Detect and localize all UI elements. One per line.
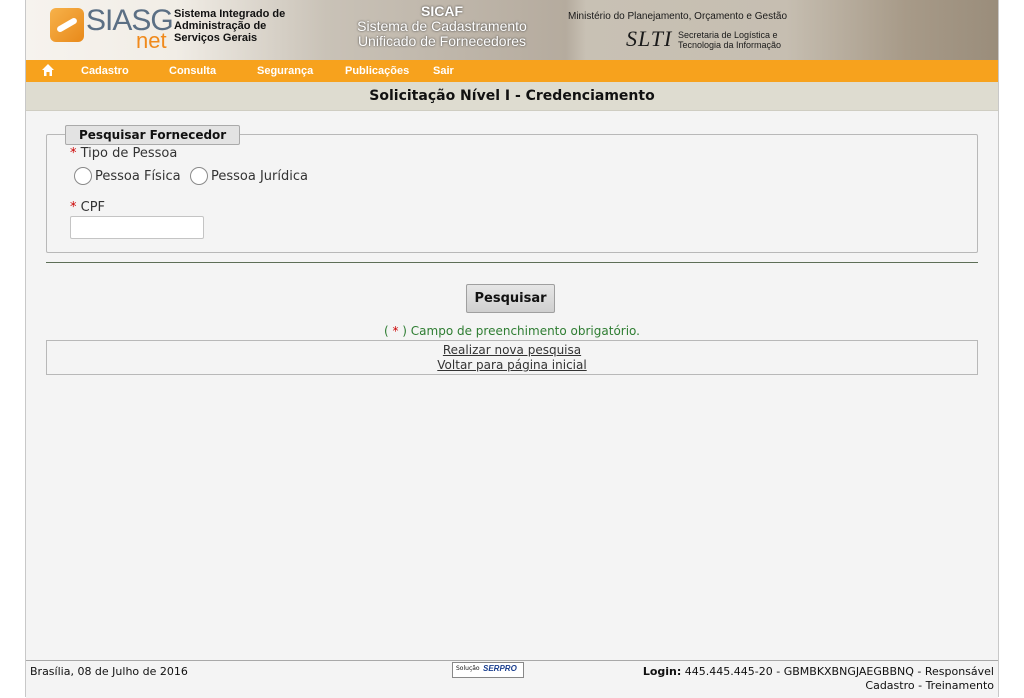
system-line1: Sistema Integrado de xyxy=(174,8,286,20)
cpf-label: * CPF xyxy=(70,200,105,215)
slti-logo: SLTI xyxy=(626,26,673,51)
menu-item-sair[interactable]: Sair xyxy=(433,60,454,82)
fieldset-legend: Pesquisar Fornecedor xyxy=(65,125,241,145)
search-button[interactable]: Pesquisar xyxy=(466,284,555,313)
sicaf-line1: Sistema de Cadastramento xyxy=(357,18,527,34)
required-mark: * xyxy=(70,200,77,215)
siasg-logo[interactable]: SIASG net xyxy=(48,4,174,54)
menu-item-publicacoes[interactable]: Publicações xyxy=(345,60,409,82)
radio-pessoa-fisica-label[interactable]: Pessoa Física xyxy=(95,169,181,184)
sicaf-title-block: SICAF Sistema de Cadastramento Unificado… xyxy=(322,4,562,49)
sicaf-line2: Unificado de Fornecedores xyxy=(357,33,527,49)
footer: Brasília, 08 de Julho de 2016 Solução SE… xyxy=(26,660,998,698)
footer-date: Brasília, 08 de Julho de 2016 xyxy=(30,665,188,678)
login-role: Cadastro - Treinamento xyxy=(865,679,994,692)
ministerio-text: Ministério do Planejamento, Orçamento e … xyxy=(568,11,787,22)
main-menu: Cadastro Consulta Segurança Publicações … xyxy=(26,60,998,82)
menu-item-seguranca[interactable]: Segurança xyxy=(257,60,313,82)
system-line3: Serviços Gerais xyxy=(174,32,258,44)
radio-pessoa-juridica-label[interactable]: Pessoa Jurídica xyxy=(211,169,308,184)
tipo-pessoa-label: * Tipo de Pessoa xyxy=(70,146,177,161)
login-value: 445.445.445-20 - GBMBKXBNGJAEGBBNQ - Res… xyxy=(684,665,994,678)
logo-sub: net xyxy=(136,28,167,53)
cpf-input[interactable] xyxy=(70,216,204,239)
sicaf-title: SICAF xyxy=(421,3,463,19)
system-line2: Administração de xyxy=(174,20,267,32)
radio-pessoa-juridica[interactable] xyxy=(190,167,208,185)
serpro-mark: SERPRO xyxy=(483,664,517,673)
serpro-prefix: Solução xyxy=(456,665,480,672)
required-mark: * xyxy=(70,146,77,161)
header-banner: SIASG net Sistema Integrado de Administr… xyxy=(26,0,998,60)
cpf-text: CPF xyxy=(80,200,106,215)
slti-description: Secretaria de Logística e Tecnologia da … xyxy=(678,30,781,50)
title-bar: Solicitação Nível I - Credenciamento xyxy=(26,82,998,111)
menu-item-consulta[interactable]: Consulta xyxy=(169,60,216,82)
page-frame: SIASG net Sistema Integrado de Administr… xyxy=(25,0,999,698)
required-note: ( * ) Campo de preenchimento obrigatório… xyxy=(26,324,998,338)
home-icon[interactable] xyxy=(40,63,56,79)
back-home-link[interactable]: Voltar para página inicial xyxy=(47,358,977,372)
siasg-logo-icon xyxy=(50,8,84,42)
slti-line2: Tecnologia da Informação xyxy=(678,40,782,50)
menu-item-cadastro[interactable]: Cadastro xyxy=(81,60,129,82)
tipo-pessoa-text: Tipo de Pessoa xyxy=(80,146,178,161)
serpro-logo: Solução SERPRO xyxy=(452,662,524,678)
slti-line1: Secretaria de Logística e xyxy=(678,30,778,40)
login-info: Login: 445.445.445-20 - GBMBKXBNGJAEGBBN… xyxy=(643,665,994,693)
radio-pessoa-fisica[interactable] xyxy=(74,167,92,185)
required-note-text: ) Campo de preenchimento obrigatório. xyxy=(398,324,640,338)
page-title: Solicitação Nível I - Credenciamento xyxy=(369,88,655,104)
new-search-link[interactable]: Realizar nova pesquisa xyxy=(47,343,977,357)
system-name: Sistema Integrado de Administração de Se… xyxy=(174,8,314,44)
links-box: Realizar nova pesquisa Voltar para págin… xyxy=(46,340,978,375)
divider xyxy=(46,262,978,263)
login-label: Login: xyxy=(642,665,682,678)
